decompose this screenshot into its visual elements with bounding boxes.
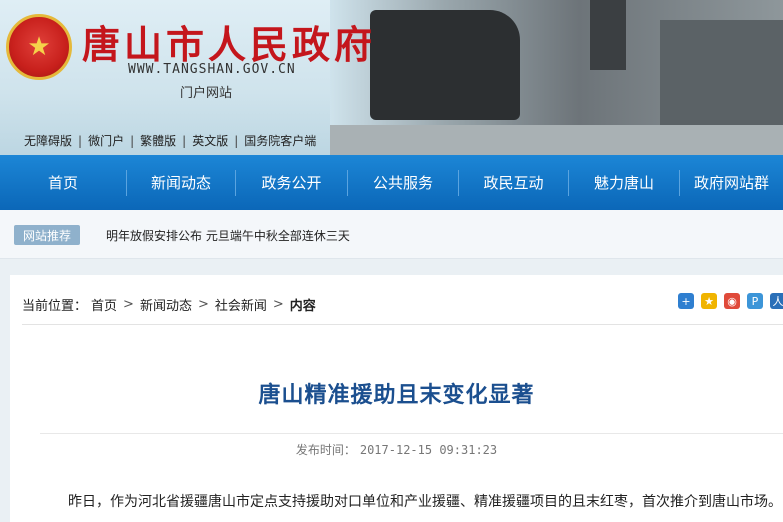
chevron-right-icon: > [123, 297, 134, 312]
nav-item-public-service[interactable]: 公共服务 [348, 155, 458, 210]
article-title: 唐山精准援助且末变化显著 [258, 382, 535, 408]
renren-icon[interactable]: 人 [770, 293, 783, 309]
national-emblem-icon[interactable]: ★ [6, 14, 72, 80]
breadcrumb-current: 内容 [289, 299, 316, 314]
breadcrumb: 当前位置： 首页 > 新闻动态 > 社会新闻 > 内容 [22, 295, 316, 314]
toplink-micro-portal[interactable]: 微门户 [88, 132, 124, 149]
plus-share-icon[interactable]: + [678, 293, 694, 309]
toplink-english[interactable]: 英文版 [192, 132, 228, 149]
divider [40, 433, 783, 434]
header-photo-chimney [590, 0, 626, 70]
toplink-state-council-app[interactable]: 国务院客户端 [244, 132, 316, 149]
divider: | [78, 133, 83, 148]
site-subtitle: 门户网站 [180, 86, 233, 101]
nav-item-news[interactable]: 新闻动态 [127, 155, 235, 210]
publish-date-label: 发布时间： [295, 443, 356, 457]
toplink-accessible[interactable]: 无障碍版 [24, 132, 72, 149]
publish-date: 2017-12-15 09:31:23 [359, 443, 498, 457]
nav-item-interaction[interactable]: 政民互动 [459, 155, 568, 210]
site-title[interactable]: 唐山市人民政府 [82, 14, 376, 69]
chevron-right-icon: > [272, 297, 284, 312]
header-photo-ground [330, 125, 783, 155]
share-toolbar: + ★ ◉ P 人 [678, 293, 783, 309]
article-panel: 当前位置： 首页 > 新闻动态 > 社会新闻 > 内容 + ★ ◉ P 人 唐山… [10, 275, 783, 522]
divider: | [130, 133, 135, 148]
recommend-bar: 网站推荐 明年放假安排公布 元旦端午中秋全部连休三天 [0, 210, 783, 259]
top-links: 无障碍版 | 微门户 | 繁體版 | 英文版 | 国务院客户端 [24, 132, 316, 149]
breadcrumb-home[interactable]: 首页 [91, 295, 117, 314]
breadcrumb-news[interactable]: 新闻动态 [140, 295, 192, 314]
header-photo-locomotive [370, 10, 520, 120]
divider: | [182, 133, 187, 148]
nav-item-site-group[interactable]: 政府网站群 [680, 155, 783, 210]
nav-item-gov-affairs[interactable]: 政务公开 [236, 155, 347, 210]
recommend-link[interactable]: 明年放假安排公布 元旦端午中秋全部连休三天 [106, 227, 350, 244]
qzone-icon[interactable]: ★ [701, 293, 717, 309]
weibo-icon[interactable]: ◉ [724, 293, 740, 309]
breadcrumb-label: 当前位置： [22, 299, 88, 314]
divider: | [234, 133, 239, 148]
main-nav: 首页 新闻动态 政务公开 公共服务 政民互动 魅力唐山 政府网站群 [0, 155, 783, 210]
chevron-right-icon: > [197, 297, 209, 312]
toplink-traditional[interactable]: 繁體版 [140, 132, 176, 149]
tencent-weibo-icon[interactable]: P [747, 293, 763, 309]
header-photo [330, 0, 783, 155]
site-header: ★ 唐山市人民政府 WWW.TANGSHAN.GOV.CN 门户网站 无障碍版 |… [0, 0, 783, 155]
nav-item-charm-tangshan[interactable]: 魅力唐山 [569, 155, 679, 210]
breadcrumb-social-news[interactable]: 社会新闻 [215, 295, 267, 314]
article-body: 昨日，作为河北省援疆唐山市定点支持援助对口单位和产业援疆、精准援疆项目的且末红枣… [68, 494, 782, 510]
nav-item-home[interactable]: 首页 [0, 155, 126, 210]
site-url: WWW.TANGSHAN.GOV.CN [128, 62, 296, 77]
article-meta: 发布时间： 2017-12-15 09:31:23 [10, 441, 783, 458]
recommend-badge: 网站推荐 [14, 225, 80, 245]
divider [22, 324, 783, 325]
